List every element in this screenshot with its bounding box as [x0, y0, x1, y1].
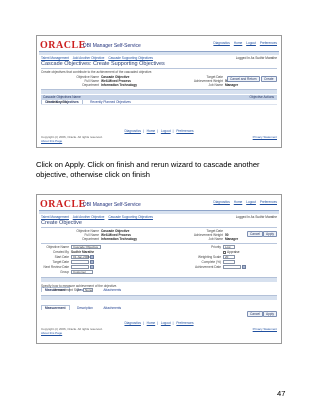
logout-link[interactable]: Logout — [161, 129, 171, 133]
summary-row: Department Information Technology — [82, 237, 138, 241]
tab-measurement[interactable]: Measurement — [41, 305, 70, 310]
form-row-achievement-date: Achievement Date — [187, 265, 246, 270]
breadcrumb-item[interactable]: Cascade Supporting Objectives — [108, 56, 153, 60]
home-link[interactable]: Home — [147, 321, 156, 325]
global-links: Diagnostics Home Logout Preferences — [210, 200, 277, 204]
calendar-icon[interactable] — [90, 255, 94, 260]
page-number: 47 — [277, 389, 286, 398]
achievement-date-input[interactable] — [223, 265, 241, 270]
breadcrumb-item[interactable]: Add Another Objective — [73, 56, 105, 60]
created-by-value: Sudhir Marathe — [71, 250, 95, 254]
breadcrumb: Talent Management Add Another Objective … — [41, 56, 156, 60]
create-button[interactable]: Create — [261, 76, 277, 82]
cancel-and-return-button[interactable]: Cancel and Return — [227, 76, 260, 82]
measurement-style-select[interactable]: None — [83, 288, 93, 293]
appraise-checkbox[interactable] — [223, 250, 226, 254]
calendar-icon[interactable] — [90, 260, 94, 265]
preferences-link[interactable]: Preferences — [176, 129, 193, 133]
tab-attachments[interactable]: Attachments — [100, 288, 124, 292]
diagnostics-link[interactable]: Diagnostics — [124, 321, 140, 325]
privacy-link[interactable]: Privacy Statement — [253, 327, 277, 331]
logout-link[interactable]: Logout — [246, 200, 256, 204]
sub-tabs-bottom: Measurement Description Attachments — [41, 295, 277, 310]
summary-row: Department Information Technology — [82, 83, 138, 87]
app-name: DBI Manager Self-Service — [83, 43, 141, 49]
copyright: Copyright (c) 2006, Oracle. All rights r… — [41, 327, 103, 335]
home-link[interactable]: Home — [234, 200, 243, 204]
form-row-measurement-style: Measurement Style None — [53, 288, 93, 293]
breadcrumb-item[interactable]: Talent Management — [41, 56, 69, 60]
logged-in-label: Logged In As Sudhir Marathe — [235, 215, 277, 219]
about-page-link[interactable]: About this Page — [41, 139, 103, 143]
cancel-button[interactable]: Cancel — [247, 311, 263, 317]
home-link[interactable]: Home — [147, 129, 156, 133]
oracle-logo: ORACLE — [40, 199, 86, 210]
summary-row: Job Name Manager — [208, 237, 239, 241]
calendar-icon[interactable] — [242, 265, 246, 270]
tab-description[interactable]: Description — [74, 306, 96, 310]
divider — [41, 227, 277, 228]
diagnostics-link[interactable]: Diagnostics — [213, 200, 229, 204]
preferences-link[interactable]: Preferences — [260, 41, 277, 45]
logout-link[interactable]: Logout — [161, 321, 171, 325]
priority-select[interactable]: Low — [223, 245, 235, 250]
nav-bar — [39, 51, 279, 55]
appraise-label: Appraise — [227, 250, 240, 254]
about-page-link[interactable]: About this Page — [41, 331, 103, 335]
app-name: DBI Manager Self-Service — [83, 202, 141, 208]
cancel-button[interactable]: Cancel — [247, 231, 263, 237]
footer-links: Diagnostics | Home | Logout | Preferences — [124, 129, 194, 133]
complete-input[interactable] — [223, 260, 235, 265]
home-link[interactable]: Home — [234, 41, 243, 45]
tab-attachments[interactable]: Attachments — [100, 306, 124, 310]
breadcrumb-item[interactable]: Talent Management — [41, 215, 69, 219]
screenshot-cascade-objectives: ORACLE DBI Manager Self-Service Diagnost… — [36, 35, 282, 148]
apply-button[interactable]: Apply — [263, 311, 277, 317]
weighting-input[interactable]: 20 — [223, 255, 235, 260]
calendar-icon[interactable] — [90, 265, 94, 270]
breadcrumb-item[interactable]: Add Another Objective — [73, 215, 105, 219]
instruction-text: Click on Apply. Click on finish and reru… — [36, 160, 260, 179]
footer-links: Diagnostics | Home | Logout | Preferences — [124, 321, 194, 325]
screenshot-create-objective: ORACLE DBI Manager Self-Service Diagnost… — [36, 194, 282, 344]
start-date-input[interactable]: 01-Jan-2006 — [71, 255, 90, 260]
privacy-link[interactable]: Privacy Statement — [253, 135, 277, 139]
column-header: Cascade Objectives Name — [43, 95, 81, 99]
summary-row: Job Name Manager — [208, 83, 239, 87]
apply-button[interactable]: Apply — [263, 231, 277, 237]
nav-bar — [39, 210, 279, 214]
preferences-link[interactable]: Preferences — [176, 321, 193, 325]
oracle-logo: ORACLE — [40, 40, 86, 51]
logout-link[interactable]: Logout — [246, 41, 256, 45]
table-row: No data exists. — [41, 100, 277, 105]
divider — [41, 68, 277, 69]
preferences-link[interactable]: Preferences — [260, 200, 277, 204]
form-row-group: Group Customer — [41, 270, 93, 275]
next-review-input[interactable] — [71, 265, 89, 270]
divider — [41, 243, 277, 244]
diagnostics-link[interactable]: Diagnostics — [124, 129, 140, 133]
sub-tabs: Measurement Description Attachments — [41, 277, 277, 292]
page-instruction: Create objectives that contribute to the… — [41, 70, 153, 74]
page-title: Cascade Objectives: Create Supporting Ob… — [41, 61, 165, 67]
page-title: Create Objective — [41, 220, 82, 226]
breadcrumb-item[interactable]: Cascade Supporting Objectives — [108, 215, 153, 219]
global-links: Diagnostics Home Logout Preferences — [210, 41, 277, 45]
copyright: Copyright (c) 2006, Oracle. All rights r… — [41, 135, 103, 143]
diagnostics-link[interactable]: Diagnostics — [213, 41, 229, 45]
logged-in-label: Logged In As Sudhir Marathe — [235, 56, 277, 60]
objective-name-input[interactable]: Cascade Objective — [71, 245, 101, 250]
breadcrumb: Talent Management Add Another Objective … — [41, 215, 156, 219]
group-select[interactable]: Customer — [71, 270, 93, 275]
sub-tabs: Create Key Objectives Recently Planned O… — [41, 89, 277, 104]
target-date-input[interactable] — [71, 260, 89, 265]
